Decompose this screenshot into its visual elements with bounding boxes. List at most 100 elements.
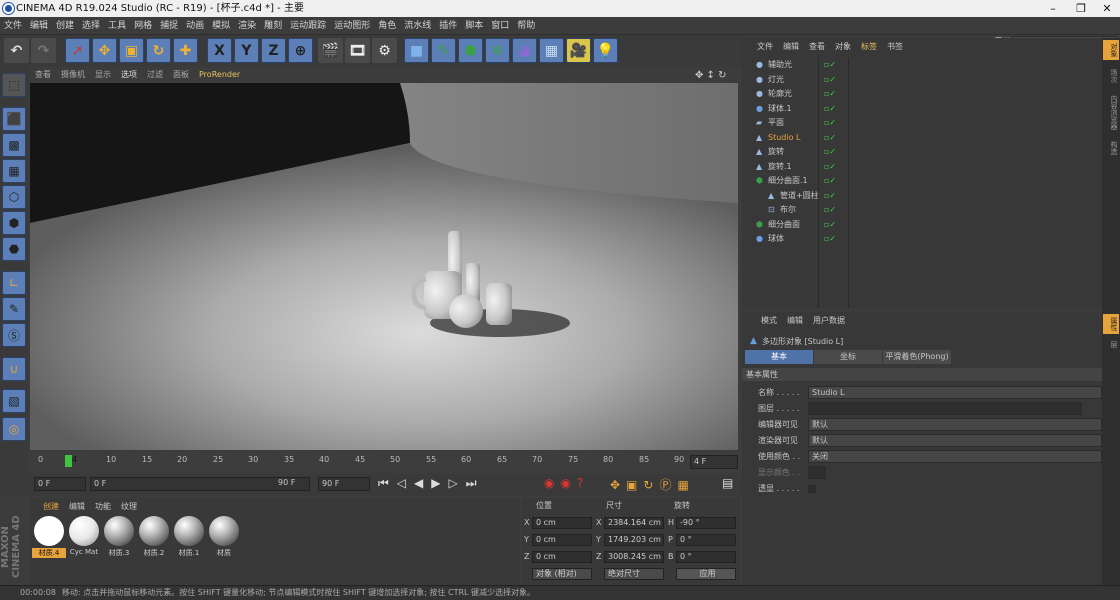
recent-tool-icon[interactable]: ✚ <box>173 38 198 63</box>
visibility-toggle[interactable]: ▫✓ <box>824 232 836 246</box>
xray-checkbox[interactable] <box>808 485 816 493</box>
render-settings-icon[interactable]: ⚙ <box>372 38 397 63</box>
end-frame-field[interactable]: 90 F <box>318 477 370 491</box>
material-menu-texture[interactable]: 纹理 <box>116 498 142 516</box>
transport-buttons[interactable]: ⏮◁◀▶▷⏭ <box>378 476 485 491</box>
points-mode-icon[interactable]: ⬡ <box>2 185 26 209</box>
attribute-menu-edit[interactable]: 编辑 <box>782 312 808 330</box>
brush-icon[interactable]: ✎ <box>2 297 26 321</box>
soft-select-icon[interactable]: ◎ <box>2 417 26 441</box>
menu-render[interactable]: 渲染 <box>234 17 260 35</box>
material-item[interactable]: 材质.2 <box>137 516 171 564</box>
camera-icon[interactable]: 🎥 <box>566 38 591 63</box>
menu-edit[interactable]: 编辑 <box>26 17 52 35</box>
viewport-menu-panel[interactable]: 面板 <box>168 67 194 83</box>
cube-icon[interactable]: ■ <box>404 38 429 63</box>
object-row[interactable]: ▲ 旋转.1 ▫✓ <box>748 160 1098 174</box>
object-menu-bookmarks[interactable]: 书签 <box>882 38 908 56</box>
tab-structure[interactable]: 构造 <box>1103 138 1119 158</box>
material-menu-create[interactable]: 创建 <box>38 498 64 516</box>
viewport-menu-prorender[interactable]: ProRender <box>194 67 245 83</box>
attribute-menu-mode[interactable]: 模式 <box>756 312 782 330</box>
object-row[interactable]: ● 辅助光 ▫✓ <box>748 58 1098 72</box>
tab-coordinates[interactable]: 坐标 <box>814 350 882 364</box>
rot-h-field[interactable]: -90 ° <box>676 517 736 529</box>
polygons-mode-icon[interactable]: ⬣ <box>2 237 26 261</box>
z-axis-icon[interactable]: Z <box>261 38 286 63</box>
menu-tools[interactable]: 工具 <box>104 17 130 35</box>
y-axis-icon[interactable]: Y <box>234 38 259 63</box>
rot-b-field[interactable]: 0 ° <box>676 551 736 563</box>
size-y-field[interactable]: 1749.203 cm <box>604 534 664 546</box>
viewport-3d[interactable] <box>30 83 738 450</box>
menu-mograph[interactable]: 运动图形 <box>330 17 374 35</box>
size-z-field[interactable]: 3008.245 cm <box>604 551 664 563</box>
apply-button[interactable]: 应用 <box>676 568 736 580</box>
viewport-menu-display[interactable]: 显示 <box>90 67 116 83</box>
visibility-toggle[interactable]: ▫✓ <box>824 87 836 101</box>
material-item[interactable]: 材质.1 <box>172 516 206 564</box>
menu-help[interactable]: 帮助 <box>513 17 539 35</box>
display-color-swatch[interactable] <box>808 466 826 479</box>
menu-snap[interactable]: 捕捉 <box>156 17 182 35</box>
x-axis-icon[interactable]: X <box>207 38 232 63</box>
redo-icon[interactable]: ↷ <box>31 38 56 63</box>
object-row[interactable]: ● 轮廓光 ▫✓ <box>748 87 1098 101</box>
magnet-icon[interactable]: ∪ <box>2 357 26 381</box>
object-row[interactable]: ● 球体 ▫✓ <box>748 232 1098 246</box>
material-menu-function[interactable]: 功能 <box>90 498 116 516</box>
tab-phong[interactable]: 平滑着色(Phong) <box>883 350 951 364</box>
material-menu-edit[interactable]: 编辑 <box>64 498 90 516</box>
visibility-toggle[interactable]: ▫✓ <box>824 189 836 203</box>
menu-script[interactable]: 脚本 <box>461 17 487 35</box>
menu-pipeline[interactable]: 流水线 <box>400 17 435 35</box>
object-row[interactable]: ▲ 旋转 ▫✓ <box>748 145 1098 159</box>
viewport-menu-camera[interactable]: 摄像机 <box>56 67 90 83</box>
timeline-settings-icon[interactable]: ▤ <box>722 476 733 490</box>
name-field[interactable]: Studio L <box>808 386 1102 399</box>
object-menu-edit[interactable]: 编辑 <box>778 38 804 56</box>
object-row[interactable]: ⬢ 细分曲面 ▫✓ <box>748 218 1098 232</box>
object-row[interactable]: ⊡ 布尔 ▫✓ <box>748 203 1098 217</box>
timeline-ruler[interactable]: 0 4 10 15 20 25 30 35 40 45 50 55 60 65 … <box>30 452 742 472</box>
pen-icon[interactable]: ✎ <box>431 38 456 63</box>
start-frame-field[interactable]: 0 F <box>34 477 86 491</box>
pos-z-field[interactable]: 0 cm <box>532 551 592 563</box>
tab-takes[interactable]: 场次 <box>1103 66 1119 86</box>
visibility-toggle[interactable]: ▫✓ <box>824 73 836 87</box>
viewport-menu-filter[interactable]: 过滤 <box>142 67 168 83</box>
tab-objects[interactable]: 对象 <box>1103 40 1119 60</box>
material-item[interactable]: 材质 <box>207 516 241 564</box>
object-row[interactable]: ▰ 平面 ▫✓ <box>748 116 1098 130</box>
material-item[interactable]: 材质.3 <box>102 516 136 564</box>
menu-select[interactable]: 选择 <box>78 17 104 35</box>
render-view-icon[interactable]: 🎬 <box>318 38 343 63</box>
menu-sculpt[interactable]: 雕刻 <box>260 17 286 35</box>
move-icon[interactable]: ✥ <box>92 38 117 63</box>
menu-character[interactable]: 角色 <box>374 17 400 35</box>
visibility-toggle[interactable]: ▫✓ <box>824 58 836 72</box>
size-x-field[interactable]: 2384.164 cm <box>604 517 664 529</box>
object-menu-tags[interactable]: 标签 <box>856 38 882 56</box>
menu-mesh[interactable]: 网格 <box>130 17 156 35</box>
object-menu-view[interactable]: 查看 <box>804 38 830 56</box>
visibility-toggle[interactable]: ▫✓ <box>824 218 836 232</box>
pos-x-field[interactable]: 0 cm <box>532 517 592 529</box>
scale-icon[interactable]: ▣ <box>119 38 144 63</box>
texture-mode-icon[interactable]: ▩ <box>2 133 26 157</box>
editor-visible-select[interactable]: 默认 <box>808 418 1102 431</box>
object-menu-objects[interactable]: 对象 <box>830 38 856 56</box>
current-frame-field[interactable]: 4 F <box>690 455 738 469</box>
key-filter-icons[interactable]: ✥▣↻Ⓟ▦ <box>610 476 695 493</box>
playhead[interactable] <box>65 455 72 467</box>
material-item[interactable]: 材质.4 <box>32 516 66 564</box>
edges-mode-icon[interactable]: ⬢ <box>2 211 26 235</box>
lock-icon[interactable]: ▧ <box>2 389 26 413</box>
tab-layers[interactable]: 层 <box>1103 338 1119 351</box>
menu-plugins[interactable]: 插件 <box>435 17 461 35</box>
menu-create[interactable]: 创建 <box>52 17 78 35</box>
menu-simulate[interactable]: 模拟 <box>208 17 234 35</box>
menu-motion-tracking[interactable]: 运动跟踪 <box>286 17 330 35</box>
array-icon[interactable]: ✲ <box>485 38 510 63</box>
object-row[interactable]: ▲ 管道+圆柱 ▫✓ <box>748 189 1098 203</box>
